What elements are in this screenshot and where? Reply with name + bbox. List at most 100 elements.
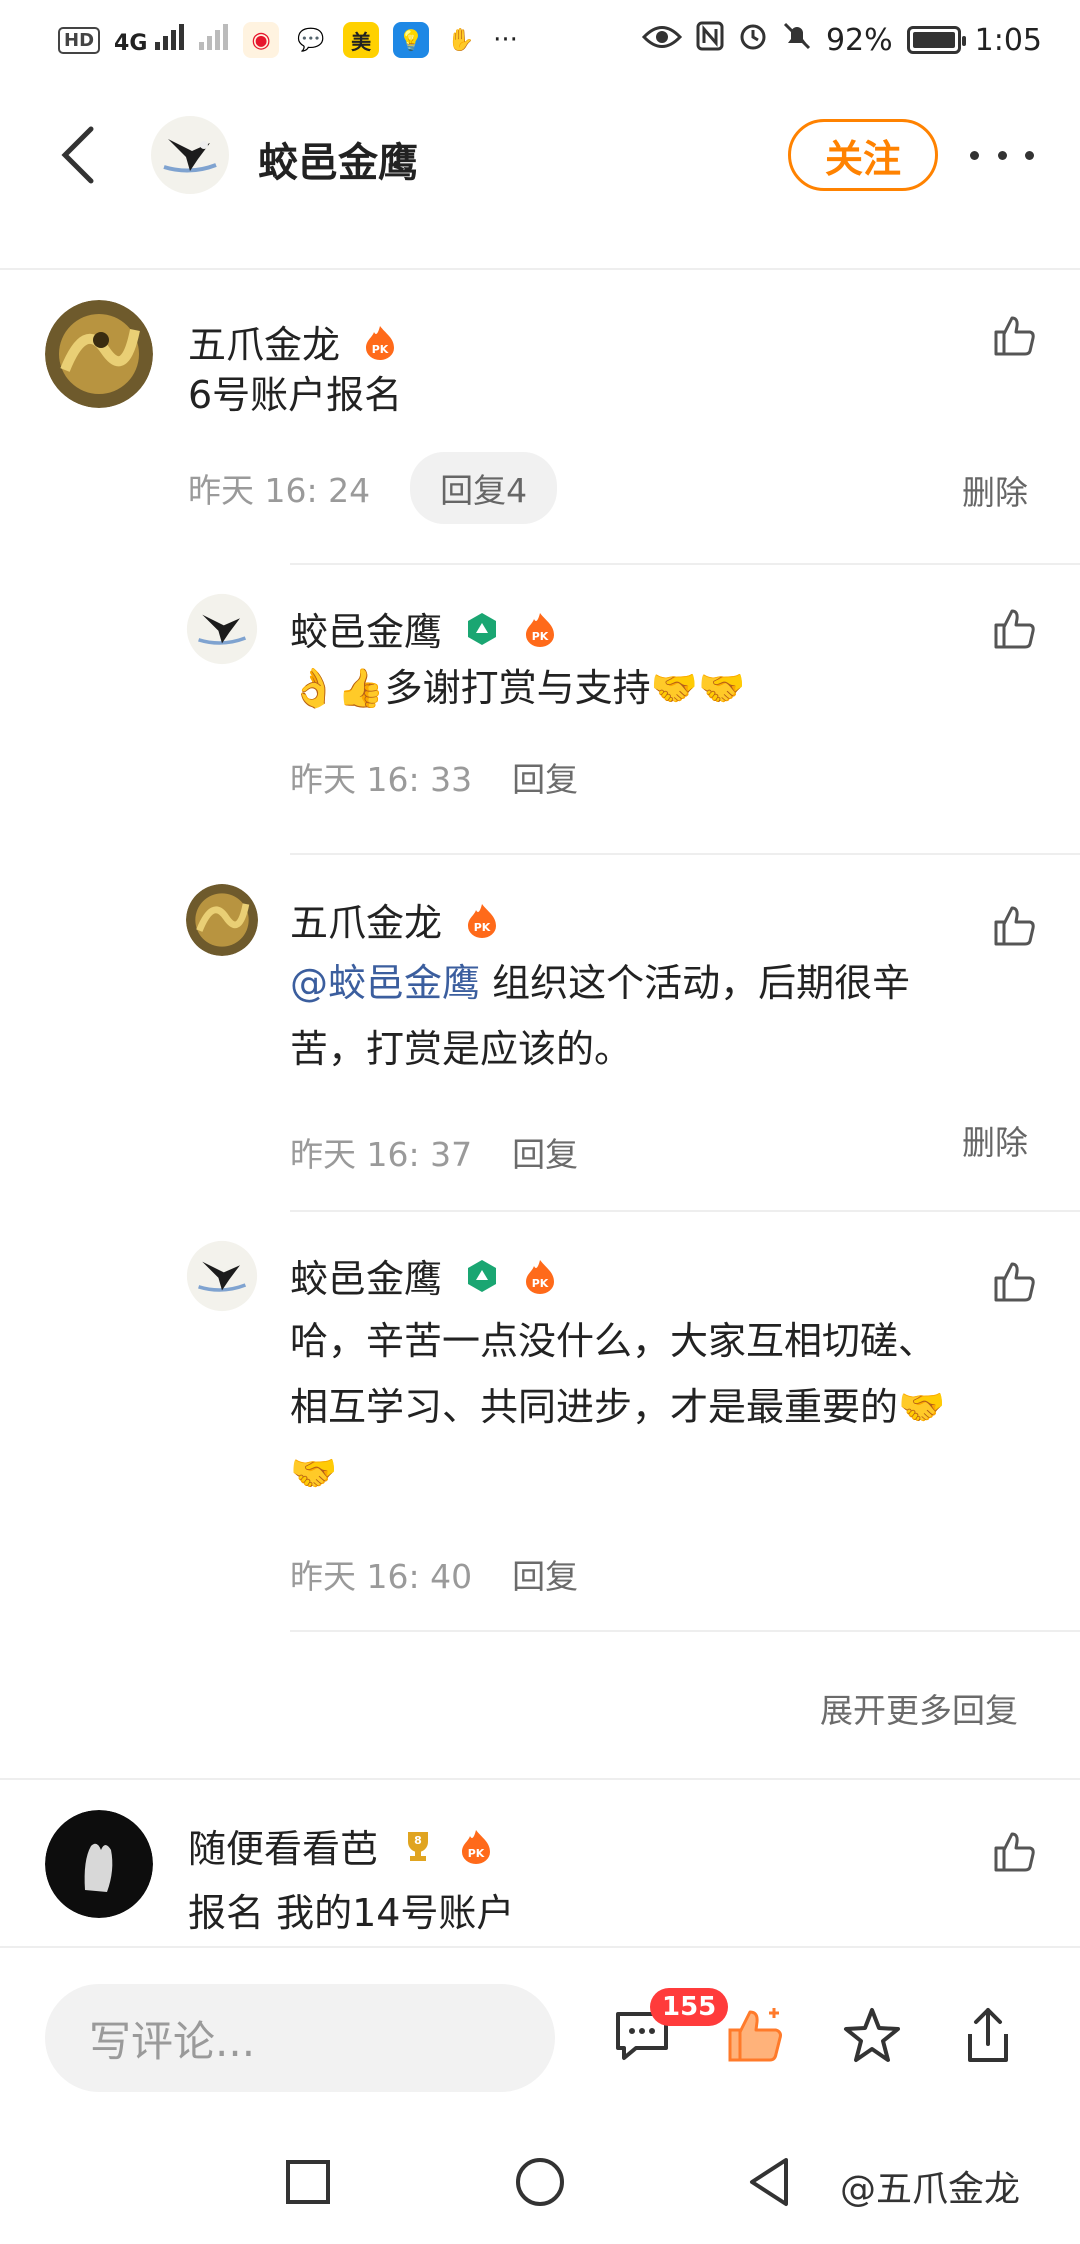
eye-icon xyxy=(641,23,683,58)
reply-divider xyxy=(290,1630,1080,1632)
verified-badge-icon xyxy=(468,612,497,645)
verified-badge-icon xyxy=(468,1259,497,1292)
header-avatar[interactable] xyxy=(150,115,230,195)
more-notifications-icon: ··· xyxy=(493,25,518,55)
status-bar: HD 4G ◉ 💬 美 💡 ✋ ··· 92% 1:05 xyxy=(0,0,1080,80)
pk-fire-icon: PK xyxy=(526,1259,555,1294)
back-triangle-icon[interactable] xyxy=(742,2154,798,2210)
header-divider xyxy=(0,268,1080,270)
pk-fire-icon: PK xyxy=(468,903,497,938)
reply-divider xyxy=(290,853,1080,855)
more-options-button[interactable] xyxy=(970,133,1034,177)
like-button[interactable] xyxy=(990,1828,1038,1876)
avatar[interactable] xyxy=(186,884,258,956)
chevron-left-icon xyxy=(61,126,94,184)
delete-button[interactable]: 删除 xyxy=(962,466,1028,514)
reply-meta: 昨天 16: 33 回复 xyxy=(290,753,578,801)
eagle-avatar-icon xyxy=(186,593,258,665)
mute-icon xyxy=(782,21,812,59)
reply-time: 昨天 16: 37 xyxy=(290,1135,473,1174)
bottom-action-bar: 写评论... 155 xyxy=(0,1946,1080,2096)
comment-author-name[interactable]: 随便看看芭 xyxy=(188,1818,378,1873)
reply-author-name[interactable]: 蛟邑金鹰 xyxy=(290,601,442,656)
comment-input[interactable]: 写评论... xyxy=(45,1984,555,2092)
liked-thumb-icon[interactable] xyxy=(724,2004,788,2068)
favorite-star-icon[interactable] xyxy=(840,2004,904,2068)
reply-author-name[interactable]: 蛟邑金鹰 xyxy=(290,1248,442,1303)
signal-icon: 4G xyxy=(114,24,185,56)
reply-time: 昨天 16: 40 xyxy=(290,1557,473,1596)
status-bar-right: 92% 1:05 xyxy=(641,21,1042,59)
reply-divider xyxy=(290,563,1080,565)
clock: 1:05 xyxy=(974,22,1042,58)
comment-time: 昨天 16: 24 xyxy=(188,471,371,510)
nfc-icon xyxy=(696,21,724,59)
page-header: 蛟邑金鹰 关注 xyxy=(0,105,1080,205)
reply-count-button[interactable]: 回复4 xyxy=(410,452,558,524)
reply-text: 👌👍多谢打赏与支持🤝🤝 xyxy=(290,666,746,710)
comment-count-badge: 155 xyxy=(650,1988,729,2026)
svg-text:PK: PK xyxy=(372,343,389,356)
comment-text: 报名 我的14号账户 xyxy=(188,1891,515,1935)
svg-text:PK: PK xyxy=(468,1847,485,1860)
reply-author: 五爪金龙 PK xyxy=(290,892,500,947)
reply-button[interactable]: 回复 xyxy=(512,753,578,801)
reply-author: 蛟邑金鹰 PK xyxy=(290,1248,558,1303)
status-bar-left: HD 4G ◉ 💬 美 💡 ✋ ··· xyxy=(58,22,518,58)
like-button[interactable] xyxy=(990,1258,1038,1306)
follow-button[interactable]: 关注 xyxy=(788,119,938,191)
reply-meta: 昨天 16: 40 回复 xyxy=(290,1550,578,1598)
battery-percent: 92% xyxy=(825,22,893,58)
reply-button[interactable]: 回复 xyxy=(512,1550,578,1598)
meituan-app-icon: 美 xyxy=(343,22,380,58)
watermark: @五爪金龙 xyxy=(840,2169,1021,2210)
pk-fire-icon: PK xyxy=(526,612,555,647)
pk-fire-icon: PK xyxy=(366,325,395,360)
back-button[interactable] xyxy=(52,125,102,185)
reply-divider xyxy=(290,1210,1080,1212)
reply-time: 昨天 16: 33 xyxy=(290,760,473,799)
comment-author: 五爪金龙 PK xyxy=(188,314,398,369)
reply-author-name[interactable]: 五爪金龙 xyxy=(290,892,442,947)
wechat-app-icon: 💬 xyxy=(297,27,325,53)
signal-2-icon xyxy=(199,23,229,58)
reply-author: 蛟邑金鹰 PK xyxy=(290,601,558,656)
mention-link[interactable]: @蛟邑金鹰 xyxy=(290,961,480,1005)
dragon-avatar-icon xyxy=(186,884,258,956)
like-button[interactable] xyxy=(990,902,1038,950)
like-button[interactable] xyxy=(990,312,1038,360)
recents-square-icon[interactable] xyxy=(280,2154,336,2210)
bulb-app-icon: 💡 xyxy=(393,22,430,58)
svg-text:PK: PK xyxy=(532,1277,549,1290)
alarm-icon xyxy=(738,21,768,59)
home-circle-icon[interactable] xyxy=(512,2154,568,2210)
eagle-avatar-icon xyxy=(151,116,229,194)
like-button[interactable] xyxy=(990,605,1038,653)
share-icon[interactable] xyxy=(956,2004,1020,2068)
reply-meta: 昨天 16: 37 回复 xyxy=(290,1128,578,1176)
hand-avatar-icon xyxy=(45,1810,153,1918)
hand-app-icon: ✋ xyxy=(447,27,475,53)
dragon-avatar-icon xyxy=(45,300,153,408)
comment-author: 随便看看芭 8 PK xyxy=(188,1818,494,1873)
expand-more-replies-button[interactable]: 展开更多回复 xyxy=(820,1684,1018,1732)
comment-author-name[interactable]: 五爪金龙 xyxy=(188,314,340,369)
reply-button[interactable]: 回复 xyxy=(512,1128,578,1176)
trophy-badge-icon: 8 xyxy=(408,1831,429,1861)
delete-button[interactable]: 删除 xyxy=(962,1116,1028,1164)
svg-text:PK: PK xyxy=(532,630,549,643)
hd-badge: HD xyxy=(58,26,101,54)
header-title: 蛟邑金鹰 xyxy=(258,140,418,186)
avatar[interactable] xyxy=(186,593,258,665)
avatar[interactable] xyxy=(45,1810,153,1918)
svg-text:8: 8 xyxy=(414,1834,422,1847)
battery-icon xyxy=(906,26,966,54)
comment-text: 6号账户报名 xyxy=(188,373,403,417)
pk-fire-icon: PK xyxy=(462,1829,491,1864)
comment-divider xyxy=(0,1778,1080,1780)
avatar[interactable] xyxy=(186,1240,258,1312)
avatar[interactable] xyxy=(45,300,153,408)
svg-text:PK: PK xyxy=(474,921,491,934)
eagle-avatar-icon xyxy=(186,1240,258,1312)
weibo-app-icon: ◉ xyxy=(243,22,280,58)
